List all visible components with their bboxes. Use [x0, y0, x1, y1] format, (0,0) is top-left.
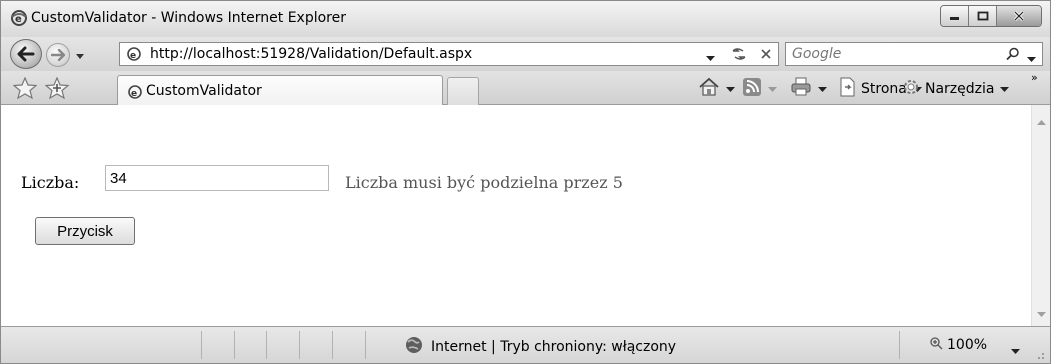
browser-window: e CustomValidator - Windows Internet Exp…: [0, 0, 1051, 364]
security-zone[interactable]: Internet | Tryb chroniony: włączony: [405, 336, 676, 358]
minimize-button[interactable]: [941, 6, 969, 26]
ie-page-icon: e: [126, 46, 142, 66]
refresh-icon[interactable]: [730, 46, 748, 66]
home-button[interactable]: [698, 77, 735, 101]
add-favorites-icon[interactable]: [44, 76, 71, 103]
home-icon: [698, 77, 720, 101]
tools-dropdown-icon[interactable]: [1000, 81, 1010, 97]
liczba-input[interactable]: [105, 165, 329, 191]
back-button[interactable]: [10, 39, 42, 69]
scroll-up-icon[interactable]: [1037, 114, 1046, 129]
tab-customvalidator[interactable]: e CustomValidator: [117, 75, 443, 106]
address-bar[interactable]: e http://localhost:51928/Validation/Defa…: [119, 42, 779, 66]
zoom-control[interactable]: 100%: [929, 336, 987, 354]
close-button[interactable]: [997, 6, 1041, 26]
window-controls: [940, 5, 1042, 27]
home-dropdown-icon[interactable]: [726, 81, 735, 97]
globe-icon: [405, 336, 423, 358]
more-commands-chevron[interactable]: »: [1031, 71, 1038, 84]
tools-menu-label: Narzędzia: [925, 81, 995, 97]
page-menu-label: Strona: [861, 81, 907, 97]
maximize-button[interactable]: [969, 6, 997, 26]
page-content: [1, 105, 1031, 146]
title-bar: e CustomValidator - Windows Internet Exp…: [1, 1, 1050, 37]
status-divider: [266, 331, 267, 359]
recent-pages-dropdown-icon[interactable]: [75, 50, 85, 65]
print-dropdown-icon[interactable]: [818, 81, 827, 97]
tab-label: CustomValidator: [146, 83, 262, 99]
address-dropdown-icon[interactable]: [706, 51, 715, 66]
ie-icon: e: [10, 9, 28, 31]
scroll-down-icon[interactable]: [1037, 307, 1046, 322]
zoom-level: 100%: [947, 337, 988, 353]
forward-button[interactable]: [46, 43, 70, 67]
print-icon: [790, 77, 812, 101]
search-icon[interactable]: [1006, 47, 1020, 65]
status-divider: [234, 331, 235, 359]
feeds-button[interactable]: [742, 78, 777, 100]
status-divider: [332, 331, 333, 359]
svg-text:e: e: [15, 14, 22, 25]
tools-menu-button[interactable]: Narzędzia: [901, 77, 1010, 101]
gear-icon: [901, 77, 921, 101]
favorites-star-icon[interactable]: [12, 76, 38, 103]
new-tab-button[interactable]: [447, 77, 479, 105]
page-icon: [839, 77, 857, 101]
print-button[interactable]: [790, 77, 827, 101]
przycisk-button[interactable]: Przycisk: [35, 217, 135, 245]
tab-bar: e CustomValidator Strona Narzędzia »: [1, 71, 1050, 106]
ie-tab-icon: e: [127, 84, 143, 104]
liczba-label: Liczba:: [21, 173, 80, 192]
search-dropdown-icon[interactable]: [1027, 52, 1036, 67]
zoom-dropdown-icon[interactable]: [1011, 344, 1020, 359]
rss-feed-icon: [742, 77, 762, 101]
search-placeholder[interactable]: Google: [792, 46, 841, 62]
security-zone-label: Internet | Tryb chroniony: włączony: [431, 339, 677, 355]
resize-grip-icon[interactable]: [1035, 349, 1045, 363]
svg-text:e: e: [130, 51, 136, 61]
validator-message: Liczba musi być podzielna przez 5: [345, 173, 623, 192]
status-divider: [201, 331, 202, 359]
feeds-dropdown-icon[interactable]: [768, 81, 777, 97]
status-bar: Internet | Tryb chroniony: włączony 100%: [1, 326, 1050, 363]
address-url[interactable]: http://localhost:51928/Validation/Defaul…: [150, 46, 472, 62]
stop-icon[interactable]: [760, 48, 772, 64]
window-title: CustomValidator - Windows Internet Explo…: [31, 10, 346, 26]
zoom-icon: [929, 336, 943, 354]
status-divider: [299, 331, 300, 359]
navigation-bar: e http://localhost:51928/Validation/Defa…: [1, 37, 1050, 71]
status-divider: [899, 331, 900, 359]
status-divider: [365, 331, 366, 359]
search-box[interactable]: Google: [785, 42, 1043, 66]
vertical-scrollbar[interactable]: [1031, 105, 1050, 326]
svg-text:e: e: [131, 89, 137, 99]
